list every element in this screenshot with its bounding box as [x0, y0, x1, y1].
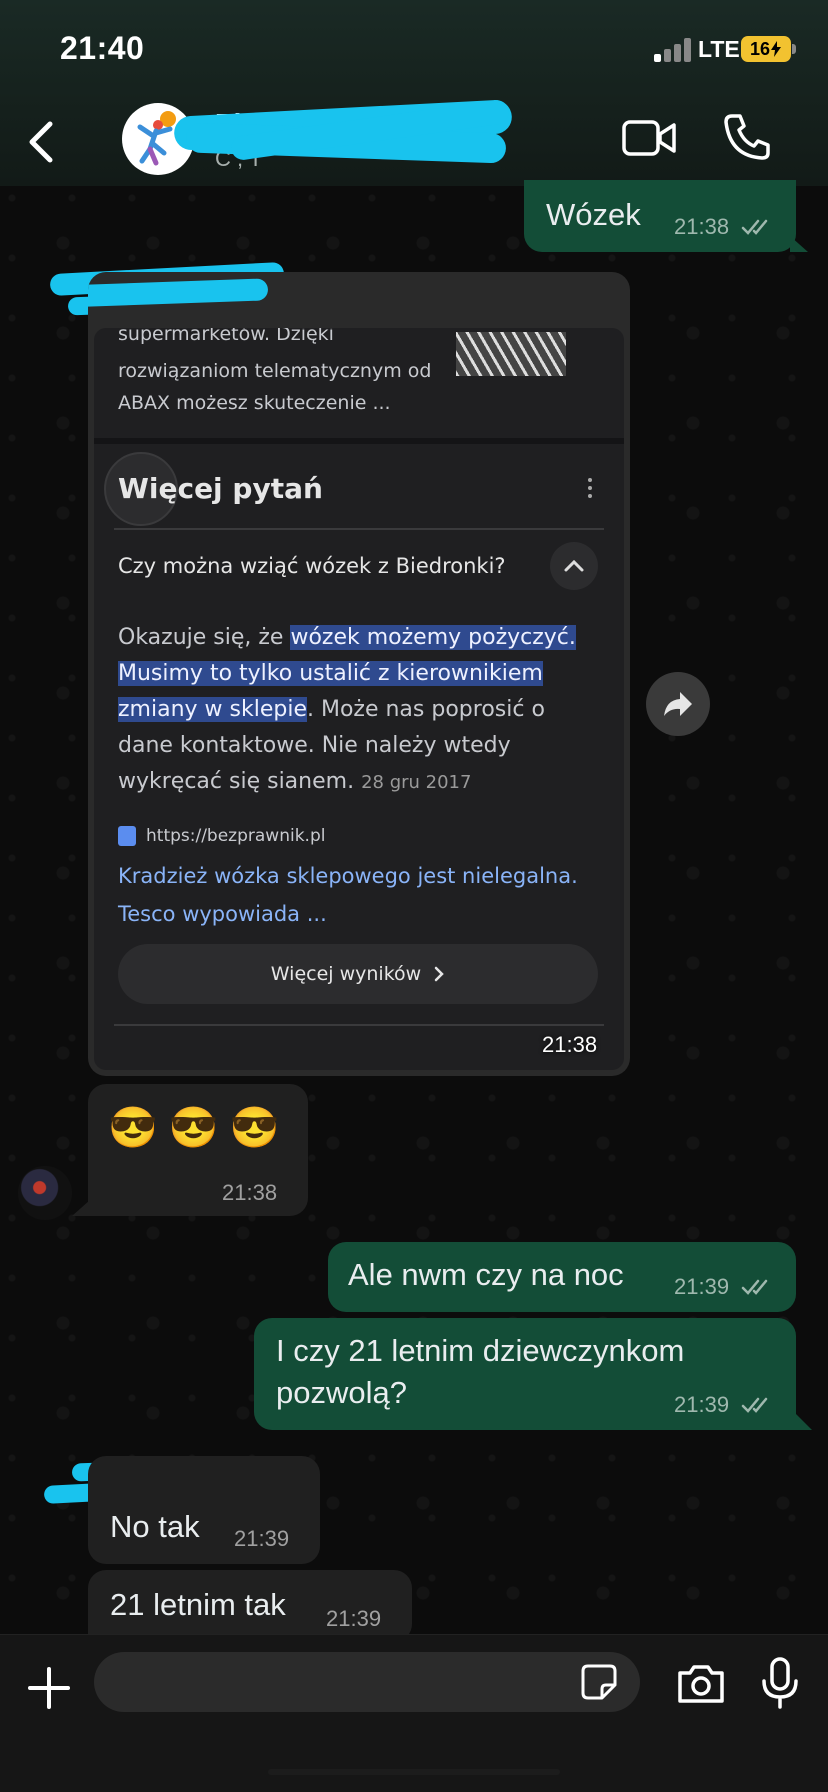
divider: [114, 528, 604, 530]
battery-level: 16: [749, 38, 771, 59]
answer-highlight: zmiany w sklepie: [118, 697, 307, 722]
answer-highlight: wózek możemy pożyczyć.: [290, 625, 576, 650]
image-message[interactable]: supermarketów. Dzięki rozwiązaniom telem…: [88, 272, 630, 1076]
divider: [94, 438, 624, 444]
bubble-tail: [796, 1414, 812, 1430]
divider: [114, 1024, 604, 1026]
message-text: Ale nwm czy na noc: [348, 1257, 624, 1292]
message-time: 21:39: [674, 1274, 730, 1299]
chat-header: 21:40 LTE 16 Pi C , T: [0, 0, 828, 186]
message-bubble-outgoing[interactable]: Wózek 21:38: [524, 180, 796, 252]
result-link[interactable]: Tesco wypowiada ...: [118, 902, 327, 926]
snippet-line: ABAX możesz skuteczenie ...: [118, 392, 391, 414]
status-time: 21:40: [60, 30, 145, 66]
answer-date: 28 gru 2017: [361, 772, 472, 793]
message-bubble-incoming[interactable]: No tak 21:39: [88, 1456, 320, 1564]
chat-screen: 21:40 LTE 16 Pi C , T: [0, 0, 828, 1792]
faq-question[interactable]: Czy można wziąć wózek z Biedronki?: [118, 554, 506, 578]
message-meta: 21:39: [674, 1392, 773, 1418]
sender-avatar[interactable]: [18, 1166, 72, 1220]
plus-icon: [28, 1667, 70, 1709]
source-url[interactable]: https://bezprawnik.pl: [146, 826, 325, 846]
home-indicator: [268, 1769, 560, 1775]
bubble-tail: [72, 1200, 90, 1216]
video-call-icon: [622, 120, 676, 156]
message-bubble-incoming[interactable]: 😎 😎 😎 21:38: [88, 1084, 308, 1216]
network-type: LTE: [698, 36, 740, 62]
result-link[interactable]: Kradzież wózka sklepowego jest nielegaln…: [118, 864, 578, 888]
back-chevron-icon: [29, 121, 53, 163]
answer-text: dane kontaktowe. Nie należy wtedy: [118, 733, 511, 758]
snippet-line: supermarketów. Dzięki: [118, 328, 334, 345]
battery-tip: [792, 44, 796, 54]
message-text-line-2: pozwolą?: [276, 1375, 407, 1410]
read-receipt-icon: [741, 1397, 768, 1413]
answer-prefix: Okazuje się, że: [118, 625, 291, 650]
message-time: 21:38: [222, 1180, 278, 1205]
chevron-up-icon: [564, 559, 584, 572]
site-favicon-icon: [118, 826, 136, 846]
message-text: No tak: [110, 1509, 200, 1544]
collapse-button[interactable]: [550, 542, 598, 590]
message-bubble-incoming[interactable]: 21 letnim tak 21:39: [88, 1570, 412, 1642]
camera-icon: [678, 1665, 724, 1703]
back-button[interactable]: [22, 116, 62, 168]
cellular-signal-icon: [654, 38, 692, 62]
section-title: Więcej pytań: [118, 472, 323, 505]
message-time: 21:39: [326, 1606, 382, 1631]
message-text: I czy 21 letnim dziewczynkom: [276, 1333, 685, 1368]
message-time: 21:38: [542, 1032, 598, 1057]
answer-highlight: Musimy to tylko ustalić z kierownikiem: [118, 661, 543, 686]
forward-arrow-icon: [664, 692, 692, 716]
microphone-icon: [762, 1657, 798, 1709]
more-results-label: Więcej wyników: [270, 963, 422, 985]
faq-answer: Okazuje się, że wózek możemy pożyczyć. M…: [118, 620, 598, 801]
voice-call-button[interactable]: [722, 112, 772, 162]
attach-button[interactable]: [24, 1663, 74, 1713]
read-receipt-icon: [741, 1279, 768, 1295]
snippet-line: rozwiązaniom telematycznym od: [118, 360, 432, 382]
message-bubble-outgoing[interactable]: I czy 21 letnim dziewczynkom pozwolą? 21…: [254, 1318, 796, 1430]
message-bubble-outgoing[interactable]: Ale nwm czy na noc 21:39: [328, 1242, 796, 1312]
phone-call-icon: [724, 114, 770, 160]
message-time: 21:39: [234, 1526, 290, 1551]
sticker-button[interactable]: [580, 1663, 618, 1701]
charging-bolt-icon: [771, 41, 782, 57]
message-input[interactable]: [94, 1652, 640, 1712]
voice-message-button[interactable]: [760, 1657, 800, 1709]
answer-text: . Może nas poprosić o: [306, 697, 545, 722]
more-options-icon[interactable]: [588, 478, 594, 500]
message-meta: 21:38: [674, 214, 773, 240]
battery-indicator: 16: [741, 36, 791, 62]
snippet-thumbnail: [456, 332, 566, 376]
bubble-tail: [790, 236, 808, 252]
message-text: 😎 😎 😎: [108, 1106, 280, 1150]
answer-text: wykręcać się sianem.: [118, 769, 355, 794]
more-results-button[interactable]: Więcej wyników: [118, 944, 598, 1004]
message-text: 21 letnim tak: [110, 1587, 286, 1622]
read-receipt-icon: [741, 219, 768, 235]
redaction-mark: [88, 278, 269, 308]
composer-bar: [0, 1634, 828, 1792]
message-time: 21:39: [674, 1392, 730, 1417]
chevron-right-icon: [434, 966, 444, 982]
message-text: Wózek: [546, 197, 641, 232]
camera-button[interactable]: [676, 1663, 726, 1705]
search-result-screenshot[interactable]: supermarketów. Dzięki rozwiązaniom telem…: [94, 328, 624, 1070]
message-meta: 21:39: [674, 1274, 773, 1300]
forward-button[interactable]: [646, 672, 710, 736]
sticker-icon: [581, 1664, 617, 1700]
video-call-button[interactable]: [622, 116, 676, 160]
message-time: 21:38: [674, 214, 730, 239]
